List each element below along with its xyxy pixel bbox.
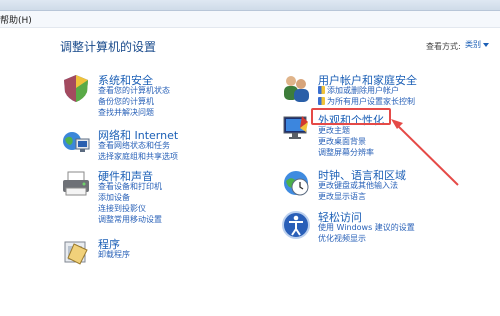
shield-icon	[318, 97, 325, 105]
menu-bar: 帮助(H)	[0, 11, 500, 28]
programs-icon[interactable]	[60, 236, 92, 268]
page-title: 调整计算机的设置	[60, 40, 157, 54]
link-backup[interactable]: 备份您的计算机	[98, 96, 170, 107]
printer-icon[interactable]	[60, 168, 92, 200]
link-screen-resolution[interactable]: 调整屏幕分辨率	[318, 147, 374, 158]
link-uninstall[interactable]: 卸载程序	[98, 249, 130, 260]
shield-icon[interactable]	[60, 72, 92, 104]
link-troubleshoot[interactable]: 查找并解决问题	[98, 107, 170, 118]
link-network-status[interactable]: 查看网络状态和任务	[98, 140, 178, 151]
link-devices-printers[interactable]: 查看设备和打印机	[98, 181, 162, 192]
link-add-device[interactable]: 添加设备	[98, 192, 162, 203]
globe-network-icon[interactable]	[60, 127, 92, 159]
link-recommended-settings[interactable]: 使用 Windows 建议的设置	[318, 222, 415, 233]
view-by-value: 类别	[465, 40, 481, 49]
link-homegroup[interactable]: 选择家庭组和共享选项	[98, 151, 178, 162]
highlight-box	[311, 108, 391, 125]
view-by-label: 查看方式:	[426, 42, 461, 51]
chevron-down-icon	[483, 42, 489, 47]
link-add-user[interactable]: 添加或删除用户帐户	[318, 85, 415, 96]
link-keyboard-input[interactable]: 更改键盘或其他输入法	[318, 180, 398, 191]
ease-of-access-icon[interactable]	[280, 209, 312, 241]
link-optimize-display[interactable]: 优化视频显示	[318, 233, 415, 244]
link-text: 为所有用户设置家长控制	[327, 97, 415, 106]
view-by-dropdown[interactable]: 类别	[465, 39, 489, 50]
shield-icon	[318, 86, 325, 94]
link-change-theme[interactable]: 更改主题	[318, 125, 374, 136]
clock-globe-icon[interactable]	[280, 167, 312, 199]
title-bar	[0, 0, 500, 11]
menu-help[interactable]: 帮助(H)	[0, 13, 32, 26]
link-parental-controls[interactable]: 为所有用户设置家长控制	[318, 96, 415, 107]
link-view-status[interactable]: 查看您的计算机状态	[98, 85, 170, 96]
link-projector[interactable]: 连接到投影仪	[98, 203, 162, 214]
link-desktop-background[interactable]: 更改桌面背景	[318, 136, 374, 147]
control-panel-window: 帮助(H) 调整计算机的设置 查看方式: 类别 系统和安全 查看您的计算机状态 …	[0, 0, 500, 316]
link-display-language[interactable]: 更改显示语言	[318, 191, 398, 202]
monitor-personalize-icon[interactable]	[280, 112, 312, 144]
users-icon[interactable]	[280, 72, 312, 104]
link-mobility-settings[interactable]: 调整常用移动设置	[98, 214, 162, 225]
link-text: 添加或删除用户帐户	[327, 86, 399, 95]
